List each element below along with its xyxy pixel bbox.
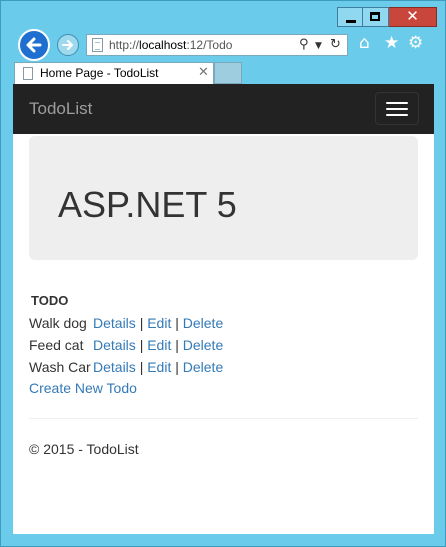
jumbotron: ASP.NET 5 — [29, 136, 418, 260]
details-link[interactable]: Details — [93, 315, 136, 331]
edit-link[interactable]: Edit — [147, 315, 171, 331]
tab-close-icon[interactable]: ✕ — [198, 65, 209, 80]
close-icon: ✕ — [406, 7, 419, 25]
home-icon[interactable]: ⌂ — [359, 33, 370, 53]
navbar: TodoList — [13, 84, 434, 134]
link-separator: | — [139, 359, 144, 375]
delete-link[interactable]: Delete — [183, 337, 223, 353]
navbar-toggle-button[interactable] — [375, 92, 419, 125]
back-arrow-icon — [26, 37, 42, 53]
hamburger-icon-bar — [386, 114, 408, 116]
tab-title: Home Page - TodoList — [40, 66, 159, 80]
todo-item-name: Feed cat — [29, 337, 84, 353]
link-separator: | — [175, 337, 179, 353]
address-bar[interactable]: http://localhost:12/Todo ⚲ ▼ ↻ — [86, 34, 348, 56]
todo-heading: TODO — [31, 293, 69, 308]
minimize-button[interactable] — [337, 7, 363, 27]
edit-link[interactable]: Edit — [147, 359, 171, 375]
refresh-icon[interactable]: ↻ — [330, 37, 341, 52]
new-tab-button[interactable] — [214, 62, 242, 84]
tab-favicon-icon — [23, 67, 33, 80]
maximize-button[interactable] — [363, 7, 389, 27]
link-separator: | — [139, 315, 144, 331]
close-window-button[interactable]: ✕ — [389, 7, 437, 27]
edit-link[interactable]: Edit — [147, 337, 171, 353]
star-icon[interactable]: ★ — [384, 33, 399, 53]
hamburger-icon — [386, 102, 408, 104]
back-button[interactable] — [18, 29, 50, 61]
gear-icon[interactable]: ⚙ — [408, 33, 423, 53]
minimize-icon — [346, 20, 356, 23]
footer-text: © 2015 - TodoList — [29, 441, 139, 457]
browser-window: ✕ http://localhost:12/Todo ⚲ ▼ ↻ ⌂ ★ ⚙ H… — [0, 0, 446, 547]
todo-item-actions: Details | Edit | Delete — [93, 359, 223, 375]
dropdown-icon[interactable]: ▼ — [315, 41, 322, 51]
navbar-brand[interactable]: TodoList — [29, 99, 92, 119]
create-new-todo-link[interactable]: Create New Todo — [29, 380, 137, 396]
delete-link[interactable]: Delete — [183, 359, 223, 375]
title-bar[interactable]: ✕ — [1, 1, 445, 31]
url-text[interactable]: http://localhost:12/Todo — [109, 38, 232, 52]
tab-home-page[interactable]: Home Page - TodoList ✕ — [14, 62, 214, 84]
details-link[interactable]: Details — [93, 337, 136, 353]
search-icon[interactable]: ⚲ — [299, 37, 309, 52]
link-separator: | — [175, 359, 179, 375]
delete-link[interactable]: Delete — [183, 315, 223, 331]
link-separator: | — [139, 337, 144, 353]
maximize-icon — [370, 12, 380, 21]
jumbotron-title: ASP.NET 5 — [58, 184, 237, 225]
divider — [29, 418, 418, 419]
hamburger-icon-bar — [386, 108, 408, 110]
page-icon — [92, 38, 103, 52]
todo-item-actions: Details | Edit | Delete — [93, 315, 223, 331]
forward-button[interactable] — [57, 34, 79, 56]
todo-item-actions: Details | Edit | Delete — [93, 337, 223, 353]
forward-arrow-icon — [62, 40, 73, 50]
details-link[interactable]: Details — [93, 359, 136, 375]
link-separator: | — [175, 315, 179, 331]
todo-item-name: Wash Car — [29, 359, 91, 375]
page-viewport: TodoList ASP.NET 5 TODO Walk dog Details… — [13, 84, 434, 534]
todo-item-name: Walk dog — [29, 315, 87, 331]
